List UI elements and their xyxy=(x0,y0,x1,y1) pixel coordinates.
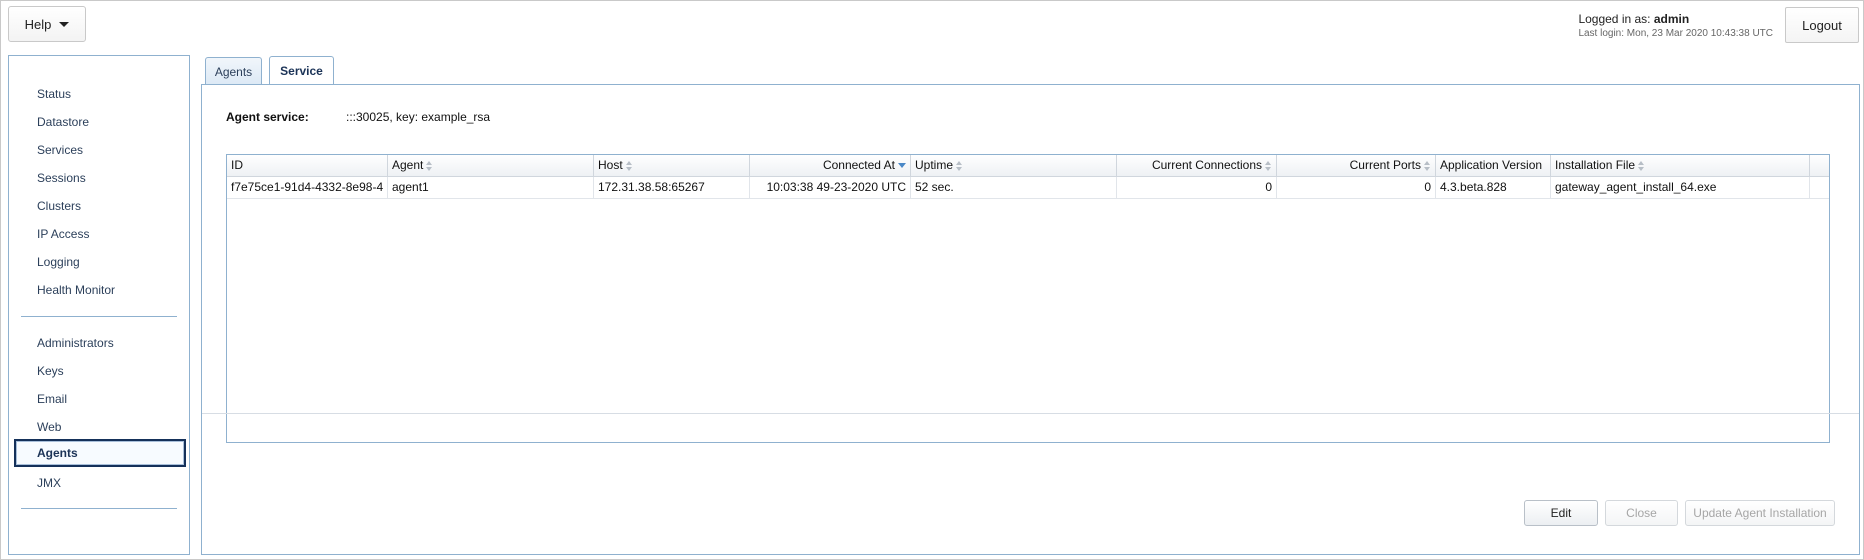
sidebar-item-keys[interactable]: Keys xyxy=(37,364,64,378)
column-header-host[interactable]: Host xyxy=(594,155,750,177)
close-button[interactable]: Close xyxy=(1605,500,1678,526)
sort-icon xyxy=(426,160,433,171)
cell-agent: agent1 xyxy=(388,177,594,199)
login-info: Logged in as: admin Last login: Mon, 23 … xyxy=(1578,12,1773,39)
sidebar-item-logging[interactable]: Logging xyxy=(37,255,80,269)
footer-divider xyxy=(202,413,1859,414)
column-header-uptime[interactable]: Uptime xyxy=(911,155,1117,177)
last-login: Last login: Mon, 23 Mar 2020 10:43:38 UT… xyxy=(1578,28,1773,39)
app-window: Help Logged in as: admin Last login: Mon… xyxy=(0,0,1864,560)
column-header-current-ports[interactable]: Current Ports xyxy=(1277,155,1436,177)
sidebar-item-ip-access[interactable]: IP Access xyxy=(37,227,89,241)
sidebar-item-jmx[interactable]: JMX xyxy=(37,476,61,490)
column-header-connected-at[interactable]: Connected At xyxy=(750,155,911,177)
sort-icon xyxy=(956,160,963,171)
sidebar-item-health-monitor[interactable]: Health Monitor xyxy=(37,283,115,297)
sidebar-item-web[interactable]: Web xyxy=(37,420,61,434)
cell-current-connections: 0 xyxy=(1117,177,1277,199)
cell-application-version: 4.3.beta.828 xyxy=(1436,177,1551,199)
update-agent-installation-button[interactable]: Update Agent Installation xyxy=(1685,500,1835,526)
logout-button[interactable]: Logout xyxy=(1785,7,1859,43)
help-menu-button[interactable]: Help xyxy=(8,6,86,42)
column-header-application-version[interactable]: Application Version xyxy=(1436,155,1551,177)
sidebar-item-agents[interactable]: Agents xyxy=(14,439,186,467)
help-label: Help xyxy=(24,16,52,32)
cell-current-ports: 0 xyxy=(1277,177,1436,199)
sort-descending-icon xyxy=(898,163,906,169)
sort-icon xyxy=(1265,160,1272,171)
table-header: ID Agent Host Connected At Uptime Curren… xyxy=(227,155,1829,177)
cell-connected-at: 10:03:38 49-23-2020 UTC xyxy=(750,177,911,199)
sidebar-item-sessions[interactable]: Sessions xyxy=(37,171,86,185)
column-header-agent[interactable]: Agent xyxy=(388,155,594,177)
sidebar-item-datastore[interactable]: Datastore xyxy=(37,115,89,129)
tab-agents[interactable]: Agents xyxy=(205,57,262,85)
sort-icon xyxy=(1424,160,1431,171)
agents-table: ID Agent Host Connected At Uptime Curren… xyxy=(226,154,1830,443)
sidebar-item-email[interactable]: Email xyxy=(37,392,67,406)
cell-id: f7e75ce1-91d4-4332-8e98-4 xyxy=(227,177,388,199)
sort-icon xyxy=(1638,160,1645,171)
chevron-down-icon xyxy=(59,21,70,27)
username: admin xyxy=(1653,12,1690,26)
column-header-current-connections[interactable]: Current Connections xyxy=(1117,155,1277,177)
cell-host: 172.31.38.58:65267 xyxy=(594,177,750,199)
edit-button[interactable]: Edit xyxy=(1524,500,1598,526)
tab-service[interactable]: Service xyxy=(269,56,334,85)
column-header-id[interactable]: ID xyxy=(227,155,388,177)
sidebar-divider xyxy=(21,316,177,317)
agent-service-label: Agent service: xyxy=(226,110,309,124)
cell-installation-file: gateway_agent_install_64.exe xyxy=(1551,177,1810,199)
sidebar-item-services[interactable]: Services xyxy=(37,143,83,157)
sidebar-item-status[interactable]: Status xyxy=(37,87,71,101)
agent-service-value: :::30025, key: example_rsa xyxy=(346,110,491,124)
sort-icon xyxy=(625,160,633,171)
sidebar-item-administrators[interactable]: Administrators xyxy=(37,336,114,350)
logged-in-prefix: Logged in as: xyxy=(1578,12,1651,26)
service-panel: Agent service: :::30025, key: example_rs… xyxy=(201,84,1860,555)
sidebar-divider xyxy=(21,508,177,509)
column-header-installation-file[interactable]: Installation File xyxy=(1551,155,1810,177)
sidebar: Status Datastore Services Sessions Clust… xyxy=(8,55,190,555)
cell-uptime: 52 sec. xyxy=(911,177,1117,199)
table-row[interactable]: f7e75ce1-91d4-4332-8e98-4 agent1 172.31.… xyxy=(227,177,1829,199)
sidebar-item-clusters[interactable]: Clusters xyxy=(37,199,81,213)
